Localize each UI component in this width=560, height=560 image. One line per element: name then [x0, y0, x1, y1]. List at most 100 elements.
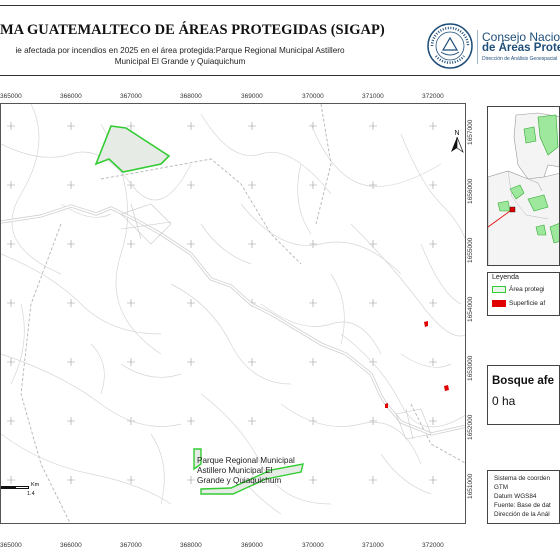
fire-spots [385, 321, 449, 408]
y-tick-1654000: 1654000 [467, 296, 474, 322]
metadata-datum: Datum WGS84 [494, 493, 537, 500]
grid-cross [309, 417, 317, 425]
protected-area-label-line3: Grande y Quiaquichum [197, 476, 282, 485]
grid-cross [369, 417, 377, 425]
protected-area-swatch [492, 286, 506, 293]
grid-cross [187, 417, 195, 425]
x-tick-bottom-369000: 369000 [241, 542, 263, 549]
burned-forest-title: Bosque afe [492, 375, 554, 387]
grid-cross [7, 358, 15, 366]
grid-cross [429, 122, 437, 130]
grid-cross [67, 181, 75, 189]
grid-cross [309, 181, 317, 189]
y-tick-1651000: 1651000 [467, 473, 474, 499]
road-network [1, 104, 465, 515]
grid-cross [67, 240, 75, 248]
x-tick-bottom-370000: 370000 [302, 542, 324, 549]
x-tick-top-366000: 366000 [60, 93, 82, 100]
x-tick-top-365000: 365000 [0, 93, 22, 100]
grid-cross [187, 181, 195, 189]
metadata-projection: GTM [494, 484, 508, 491]
grid-cross [369, 181, 377, 189]
protected-area-label: Parque Regional Municipal Astillero Muni… [197, 456, 327, 486]
y-tick-1653000: 1653000 [467, 355, 474, 381]
burned-forest-box: Bosque afe 0 ha [487, 365, 560, 425]
map-subtitle-line1: ie afectada por incendios en 2025 en el … [15, 46, 345, 55]
grid-crosses [7, 122, 437, 484]
legend-label-fire-surface: Superficie af [509, 300, 546, 308]
grid-cross [187, 240, 195, 248]
grid-cross [67, 122, 75, 130]
grid-cross [7, 240, 15, 248]
grid-cross [248, 122, 256, 130]
burned-forest-value: 0 ha [492, 394, 516, 408]
grid-cross [187, 358, 195, 366]
grid-cross [7, 417, 15, 425]
legend-label-protected-area: Área protegi [509, 286, 545, 294]
grid-cross [309, 299, 317, 307]
x-tick-top-367000: 367000 [120, 93, 142, 100]
protected-area-label-line1: Parque Regional Municipal [197, 456, 295, 465]
map-header: MA GUATEMALTECO DE ÁREAS PROTEGIDAS (SIG… [0, 0, 560, 76]
header-bottom-rule [0, 75, 560, 76]
scale-bar: Km 1.4 [1, 482, 41, 497]
grid-cross [187, 299, 195, 307]
org-name-line3: Dirección de Análisis Geoespacial [482, 56, 558, 62]
y-tick-1652000: 1652000 [467, 414, 474, 440]
grid-cross [7, 181, 15, 189]
grid-cross [309, 240, 317, 248]
protected-area-label-line2: Astillero Municipal El [197, 466, 273, 475]
guatemala-seal-icon [427, 23, 473, 69]
map-title: MA GUATEMALTECO DE ÁREAS PROTEGIDAS (SIG… [0, 22, 385, 38]
y-tick-1657000: 1657000 [467, 119, 474, 145]
north-arrow-icon: N [451, 130, 464, 153]
map-subtitle-line2: Municipal El Grande y Quiaquichum [114, 57, 246, 66]
inset-canvas [488, 112, 559, 265]
legend-item-protected-area: Área protegi [492, 286, 544, 293]
legend-title: Leyenda [492, 274, 519, 281]
metadata-source: Fuente: Base de dat [494, 502, 551, 509]
y-tick-1656000: 1656000 [467, 178, 474, 204]
main-map[interactable]: N Parque Regional Municipal Astillero Mu… [0, 103, 466, 524]
scale-bar-black-segment [1, 486, 15, 489]
grid-cross [429, 240, 437, 248]
grid-cross [127, 299, 135, 307]
org-name-line2: de Áreas Protegid [482, 42, 560, 54]
x-tick-bottom-367000: 367000 [120, 542, 142, 549]
grid-cross [248, 417, 256, 425]
x-tick-bottom-371000: 371000 [362, 542, 384, 549]
grid-cross [248, 181, 256, 189]
grid-cross [248, 358, 256, 366]
grid-cross [67, 476, 75, 484]
grid-cross [369, 299, 377, 307]
grid-cross [127, 476, 135, 484]
x-tick-bottom-366000: 366000 [60, 542, 82, 549]
grid-cross [67, 417, 75, 425]
scale-value: 1.4 [27, 491, 35, 497]
metadata-coordinate-system: Sistema de coorden [494, 475, 551, 482]
x-tick-top-370000: 370000 [302, 93, 324, 100]
grid-cross [369, 122, 377, 130]
x-tick-bottom-368000: 368000 [180, 542, 202, 549]
x-tick-bottom-372000: 372000 [422, 542, 444, 549]
x-tick-top-372000: 372000 [422, 93, 444, 100]
grid-cross [127, 240, 135, 248]
scale-bar-white-segment [15, 486, 29, 489]
fire-surface-swatch [492, 300, 506, 307]
grid-cross [187, 476, 195, 484]
x-tick-top-369000: 369000 [241, 93, 263, 100]
grid-cross [429, 476, 437, 484]
location-inset-map [487, 106, 560, 266]
legend-item-fire-surface: Superficie af [492, 300, 545, 307]
grid-cross [127, 358, 135, 366]
legend-box: Leyenda Área protegi Superficie af [487, 272, 560, 316]
x-tick-top-371000: 371000 [362, 93, 384, 100]
map-subtitle: ie afectada por incendios en 2025 en el … [0, 45, 360, 67]
grid-cross [429, 358, 437, 366]
grid-cross [429, 299, 437, 307]
grid-cross [429, 181, 437, 189]
header-top-rule [0, 5, 560, 6]
grid-cross [67, 299, 75, 307]
grid-cross [187, 122, 195, 130]
grid-cross [7, 122, 15, 130]
